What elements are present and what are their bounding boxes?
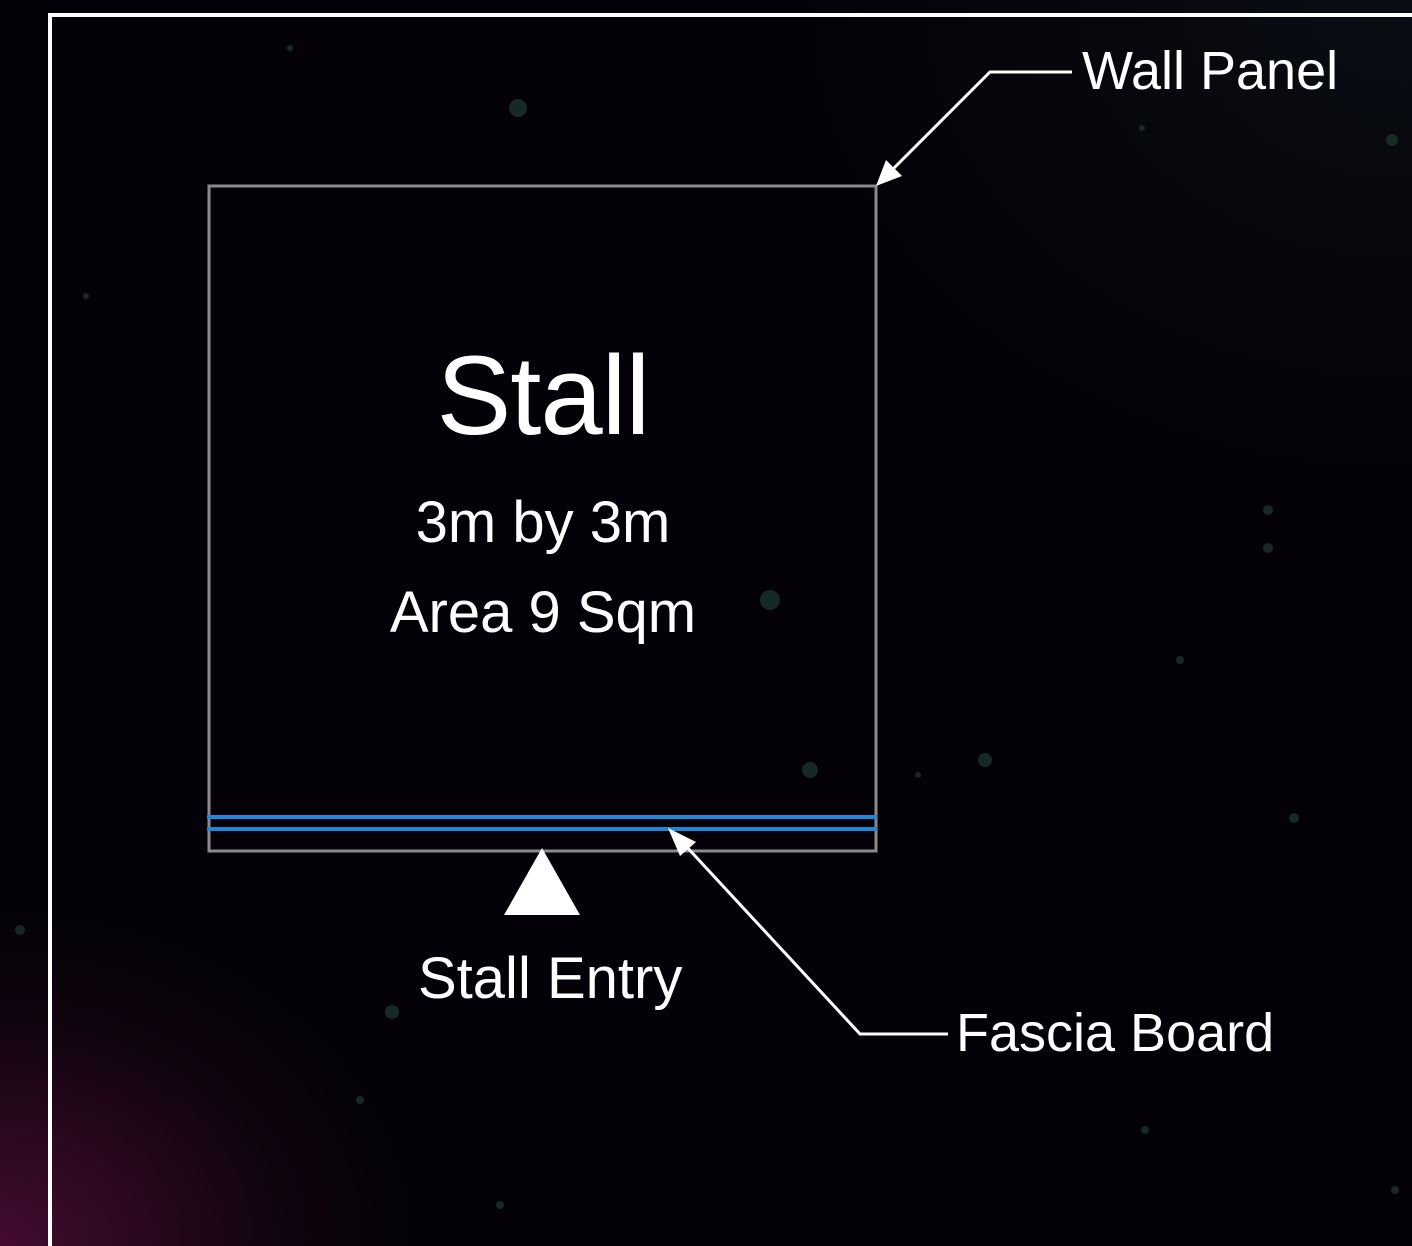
stall-area: Area 9 Sqm — [389, 580, 697, 645]
fascia-board-leader — [682, 842, 948, 1036]
wall-panel-leader — [890, 70, 1072, 172]
stall-entry-label: Stall Entry — [418, 946, 683, 1011]
stall-dimensions: 3m by 3m — [415, 490, 671, 555]
fascia-board-label: Fascia Board — [956, 1003, 1275, 1063]
stall-title: Stall — [436, 333, 651, 458]
stall-entry-arrow-icon — [504, 848, 580, 915]
wall-panel-label: Wall Panel — [1082, 41, 1339, 101]
